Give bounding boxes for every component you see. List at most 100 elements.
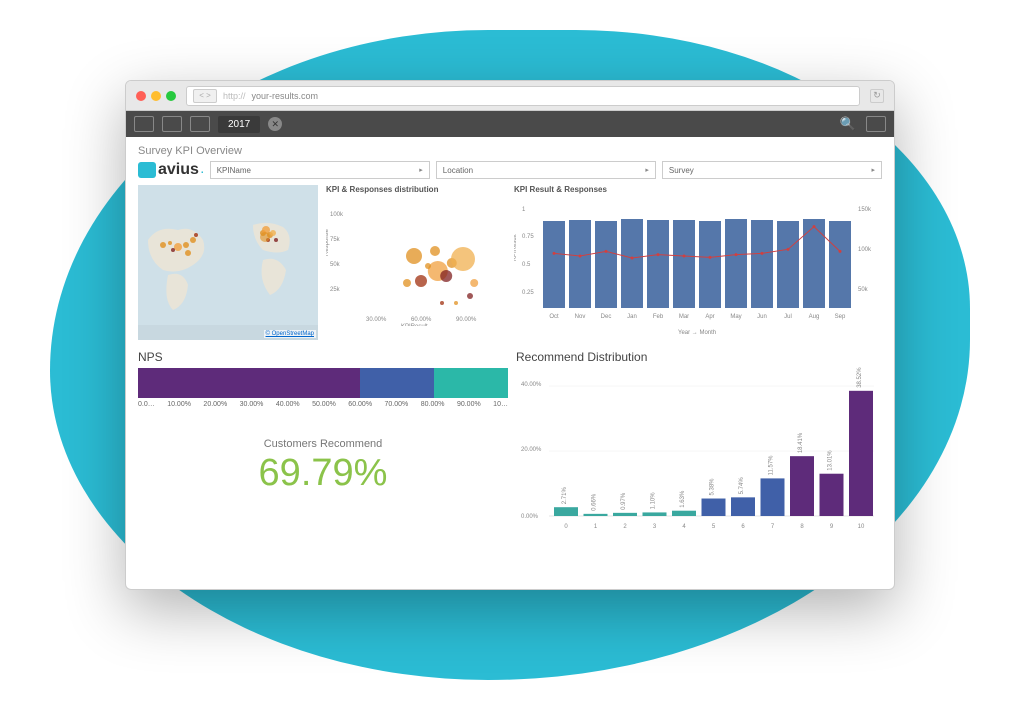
distribution-title: Recommend Distribution [516, 350, 882, 364]
fullscreen-icon[interactable] [866, 116, 886, 132]
reset-tool-icon[interactable] [190, 116, 210, 132]
map-panel[interactable]: © OpenStreetMap [138, 185, 318, 340]
recommend-value: 69.79% [138, 452, 508, 495]
nps-stacked-bar[interactable] [138, 368, 508, 398]
chevron-right-icon: ▸ [645, 166, 649, 174]
scatter-points [403, 246, 478, 305]
svg-text:9: 9 [830, 524, 834, 530]
svg-text:150k: 150k [858, 207, 872, 213]
logo-icon [138, 162, 156, 178]
filter-location[interactable]: Location▸ [436, 161, 656, 179]
map-svg [138, 185, 318, 325]
svg-text:50k: 50k [330, 262, 341, 268]
svg-text:30.00%: 30.00% [366, 317, 387, 323]
nps-segment-promoters[interactable] [434, 368, 508, 398]
svg-text:8: 8 [800, 524, 804, 530]
nav-back-forward-icon[interactable]: < > [193, 89, 217, 103]
kpi-bar-panel[interactable]: KPI Result & Responses 1 0.75 0.5 0.25 1… [514, 185, 882, 340]
svg-text:5.38%: 5.38% [710, 478, 716, 496]
nps-segment-detractors[interactable] [138, 368, 360, 398]
minimize-button[interactable] [151, 91, 161, 101]
filter-row: avius. KPIName▸ Location▸ Survey▸ [138, 161, 882, 179]
svg-text:Mar: Mar [679, 314, 689, 320]
svg-text:11.57%: 11.57% [769, 455, 775, 476]
svg-text:May: May [730, 314, 741, 320]
url-text: your-results.com [252, 91, 319, 101]
svg-text:1.63%: 1.63% [680, 490, 686, 508]
filter-survey[interactable]: Survey▸ [662, 161, 882, 179]
distribution-chart: 40.00% 20.00% 0.00% 02.71%10.66%20.97%31… [516, 366, 882, 541]
svg-text:KPIResult: KPIResult [401, 324, 428, 326]
svg-text:5: 5 [712, 524, 716, 530]
maximize-button[interactable] [166, 91, 176, 101]
chevron-right-icon: ▸ [871, 166, 875, 174]
svg-text:Nov: Nov [575, 314, 586, 320]
nps-tick: 20.00% [203, 401, 227, 408]
nps-tick: 30.00% [240, 401, 264, 408]
chevron-right-icon: ▸ [419, 166, 423, 174]
search-icon[interactable]: 🔍 [840, 116, 856, 132]
nps-tick: 90.00% [457, 401, 481, 408]
scatter-panel[interactable]: KPI & Responses distribution 100k 75k 50… [326, 185, 506, 340]
svg-text:0.75: 0.75 [522, 234, 534, 240]
svg-text:100k: 100k [858, 247, 872, 253]
svg-text:2: 2 [623, 524, 627, 530]
nps-tick: 80.00% [421, 401, 445, 408]
svg-text:0.97%: 0.97% [621, 492, 627, 510]
svg-text:5.74%: 5.74% [739, 477, 745, 495]
svg-text:Feb: Feb [653, 314, 664, 320]
clear-filter-icon[interactable]: ✕ [268, 117, 282, 131]
svg-text:0.00%: 0.00% [521, 514, 539, 520]
svg-text:0.5: 0.5 [522, 262, 531, 268]
svg-text:Apr: Apr [705, 314, 714, 320]
nps-panel: NPS 0.0…10.00%20.00%30.00%40.00%50.00%60… [138, 350, 508, 550]
svg-text:Year → Month: Year → Month [678, 330, 716, 336]
svg-text:18.41%: 18.41% [798, 432, 804, 453]
lasso-tool-icon[interactable] [162, 116, 182, 132]
app-toolbar: 2017 ✕ 🔍 [126, 111, 894, 137]
svg-text:Dec: Dec [601, 314, 612, 320]
url-bar[interactable]: < > http:// your-results.com [186, 86, 860, 106]
svg-text:Jun: Jun [757, 314, 767, 320]
selection-tool-icon[interactable] [134, 116, 154, 132]
nps-tick: 40.00% [276, 401, 300, 408]
svg-text:0.66%: 0.66% [592, 493, 598, 511]
svg-text:Sep: Sep [835, 314, 846, 320]
svg-text:Jan: Jan [627, 314, 637, 320]
svg-text:1.10%: 1.10% [651, 492, 657, 510]
nps-tick: 50.00% [312, 401, 336, 408]
svg-text:1: 1 [522, 207, 526, 213]
svg-text:7: 7 [771, 524, 775, 530]
map-attribution[interactable]: © OpenStreetMap [264, 330, 316, 338]
nps-tick: 10… [493, 401, 508, 408]
year-filter[interactable]: 2017 [218, 116, 260, 133]
svg-text:3: 3 [653, 524, 657, 530]
nps-tick: 70.00% [385, 401, 409, 408]
logo-text: avius [158, 161, 199, 179]
svg-text:60.00%: 60.00% [411, 317, 432, 323]
nps-segment-passives[interactable] [360, 368, 434, 398]
svg-text:KPIResult: KPIResult [514, 234, 518, 261]
filter-kpiname[interactable]: KPIName▸ [210, 161, 430, 179]
page-title: Survey KPI Overview [138, 145, 882, 157]
svg-text:1: 1 [594, 524, 598, 530]
kpi-bars-title: KPI Result & Responses [514, 185, 882, 194]
svg-text:10: 10 [858, 524, 865, 530]
distribution-panel[interactable]: Recommend Distribution 40.00% 20.00% 0.0… [516, 350, 882, 550]
svg-text:40.00%: 40.00% [521, 382, 542, 388]
svg-text:4: 4 [682, 524, 686, 530]
svg-text:0: 0 [564, 524, 568, 530]
svg-text:20.00%: 20.00% [521, 447, 542, 453]
kpi-bars-chart: 1 0.75 0.5 0.25 150k 100k 50k KPIResult … [514, 196, 882, 336]
titlebar: < > http:// your-results.com ↻ [126, 81, 894, 111]
svg-text:90.00%: 90.00% [456, 317, 477, 323]
svg-text:13.01%: 13.01% [828, 450, 834, 471]
reload-button[interactable]: ↻ [870, 89, 884, 103]
url-protocol: http:// [223, 91, 246, 101]
nps-tick: 0.0… [138, 401, 155, 408]
nps-axis: 0.0…10.00%20.00%30.00%40.00%50.00%60.00%… [138, 401, 508, 408]
nps-tick: 10.00% [167, 401, 191, 408]
svg-text:100k: 100k [330, 212, 344, 218]
svg-text:50k: 50k [858, 287, 869, 293]
close-button[interactable] [136, 91, 146, 101]
